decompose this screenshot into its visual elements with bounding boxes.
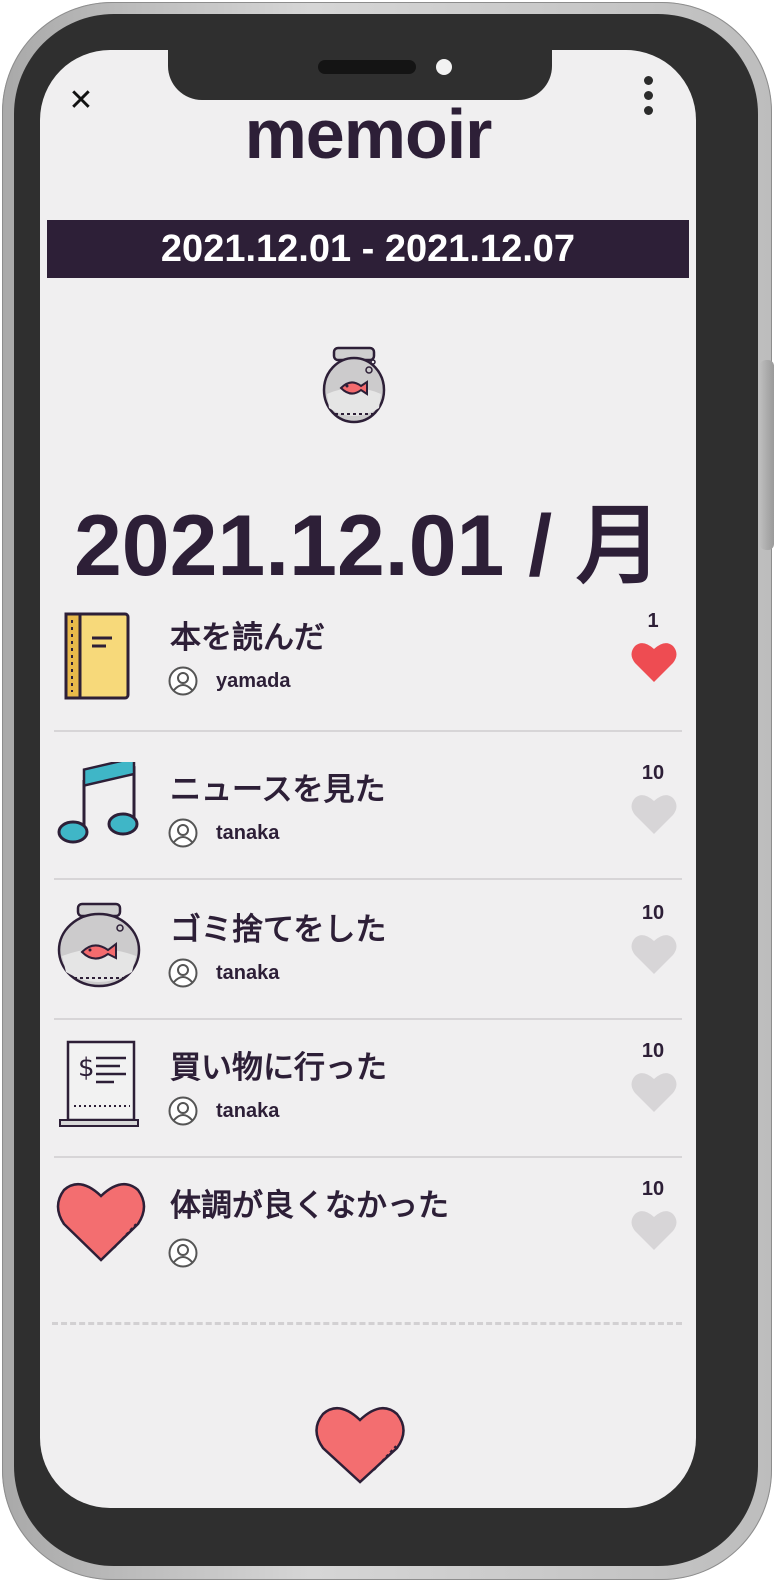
- like-count: 10: [641, 902, 665, 924]
- app-title: memoir: [244, 95, 493, 173]
- fishbowl-icon: [56, 902, 142, 988]
- section-divider: [52, 1322, 682, 1325]
- selected-day-title: 2021.12.01 / 月: [73, 498, 663, 594]
- front-camera: [436, 59, 452, 75]
- heart-icon: [56, 1178, 146, 1264]
- entry-user-name: tanaka: [216, 822, 280, 844]
- app-screen: ✕ memoir 2021.12.01 - 2021.12.07 2021.12…: [40, 50, 696, 1508]
- music-note-icon: [56, 756, 142, 848]
- user-avatar-icon: [168, 1096, 198, 1126]
- entry-user-name: yamada: [216, 670, 291, 692]
- heart-icon[interactable]: [630, 792, 678, 836]
- entry-title: ニュースを見た: [170, 772, 386, 808]
- entry-title: 体調が良くなかった: [170, 1188, 449, 1224]
- like-count: 10: [641, 1040, 665, 1062]
- entry-title: 本を読んだ: [170, 620, 325, 656]
- entry-user-name: tanaka: [216, 962, 280, 984]
- entry-title: 買い物に行った: [170, 1050, 387, 1086]
- heart-icon[interactable]: [630, 932, 678, 976]
- notebook-icon: [56, 610, 142, 700]
- row-divider: [54, 1156, 682, 1158]
- like-count: 1: [647, 610, 659, 632]
- entry-title: ゴミ捨てをした: [170, 912, 387, 948]
- user-avatar-icon: [168, 958, 198, 988]
- svg-text:$: $: [78, 1053, 95, 1083]
- row-divider: [54, 730, 682, 732]
- fishbowl-icon: [321, 342, 387, 430]
- add-memory-button[interactable]: [314, 1402, 406, 1486]
- user-avatar-icon: [168, 818, 198, 848]
- phone-side-button: [760, 360, 774, 550]
- user-avatar-icon: [168, 1238, 198, 1268]
- heart-icon[interactable]: [630, 1208, 678, 1252]
- row-divider: [54, 1018, 682, 1020]
- user-avatar-icon: [168, 666, 198, 696]
- speaker-grille: [318, 60, 416, 74]
- heart-icon[interactable]: [630, 640, 678, 684]
- receipt-icon: $: [56, 1040, 142, 1127]
- like-count: 10: [641, 1178, 665, 1200]
- heart-icon: [315, 1407, 405, 1484]
- week-range-banner[interactable]: 2021.12.01 - 2021.12.07: [47, 220, 689, 278]
- row-divider: [54, 878, 682, 880]
- phone-notch: [168, 50, 552, 100]
- entry-user-name: tanaka: [216, 1100, 280, 1122]
- heart-icon[interactable]: [630, 1070, 678, 1114]
- like-count: 10: [641, 762, 665, 784]
